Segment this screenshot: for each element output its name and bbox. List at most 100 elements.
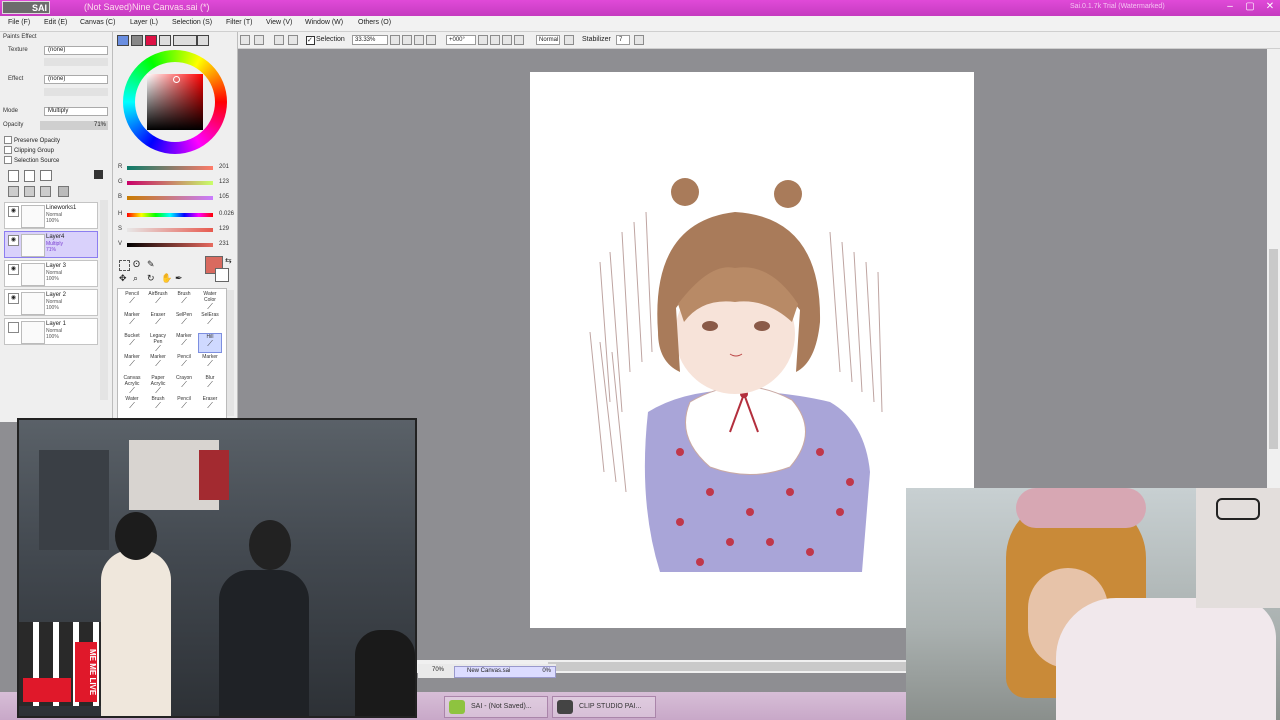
rotate-right-button[interactable] <box>490 35 500 45</box>
brush-tool[interactable]: Crayon ⟋ <box>172 375 196 395</box>
rotate-reset-button[interactable] <box>502 35 512 45</box>
layer-item[interactable]: ◉ Layer 3 Normal 100% <box>4 260 98 287</box>
b-slider[interactable] <box>127 196 213 200</box>
hand-icon[interactable]: ✋ <box>161 274 172 283</box>
brush-tool[interactable]: Legacy Pen ⟋ <box>146 333 170 353</box>
brush-tool[interactable]: Brush ⟋ <box>146 396 170 416</box>
rotate-left-button[interactable] <box>478 35 488 45</box>
menu-file[interactable]: File (F) <box>8 19 30 26</box>
eye-icon[interactable] <box>8 322 19 333</box>
color-wheel-mode-icon[interactable] <box>117 35 129 46</box>
menu-view[interactable]: View (V) <box>266 19 292 26</box>
brush-tool[interactable]: Pencil ⟋ <box>120 291 144 311</box>
eye-icon[interactable]: ◉ <box>8 264 19 275</box>
brush-tool[interactable]: Hill ⟋ <box>198 333 222 353</box>
checkbox-selection-source[interactable]: Selection Source <box>4 156 59 164</box>
trash-icon[interactable] <box>58 186 69 197</box>
brush-tool[interactable]: Blur ⟋ <box>198 375 222 395</box>
eye-icon[interactable]: ◉ <box>8 235 19 246</box>
menu-filter[interactable]: Filter (T) <box>226 19 252 26</box>
layer-item[interactable]: Layer 1 Normal 100% <box>4 318 98 345</box>
color-picker-cursor[interactable] <box>173 76 180 83</box>
brush-tool[interactable]: SelPen ⟋ <box>172 312 196 332</box>
effect-select[interactable]: (none) <box>44 75 108 84</box>
magic-wand-icon[interactable]: ✎ <box>147 260 155 269</box>
opacity-slider[interactable]: 71% <box>40 121 108 130</box>
zoom-plus-button[interactable] <box>402 35 412 45</box>
brush-tool[interactable]: Eraser ⟋ <box>198 396 222 416</box>
secondary-color-swatch[interactable] <box>215 268 229 282</box>
zoom-fit-button[interactable] <box>426 35 436 45</box>
brush-tool[interactable]: SelEras ⟋ <box>198 312 222 332</box>
eyedropper-icon[interactable]: ✒ <box>175 274 183 283</box>
canvas-button[interactable] <box>274 35 284 45</box>
s-slider[interactable] <box>127 228 213 232</box>
h-slider[interactable] <box>127 213 213 217</box>
texture-scale-slider[interactable] <box>44 58 108 66</box>
brush-tool[interactable]: Marker ⟋ <box>172 333 196 353</box>
maximize-button[interactable]: ▢ <box>1242 1 1258 13</box>
checkbox-preserve-opacity[interactable]: Preserve Opacity <box>4 136 60 144</box>
layer-item[interactable]: ◉ Layer 2 Normal 100% <box>4 289 98 316</box>
new-vector-layer-icon[interactable] <box>24 170 35 182</box>
brush-tool[interactable]: Pencil ⟋ <box>172 354 196 374</box>
zoom-minus-button[interactable] <box>390 35 400 45</box>
new-folder-icon[interactable] <box>40 170 52 181</box>
layer-item[interactable]: ◉ Lineworks1 Normal 100% <box>4 202 98 229</box>
stabilizer-dropdown[interactable] <box>634 35 644 45</box>
stabilizer-field[interactable]: 7 <box>616 35 630 45</box>
mode-button[interactable] <box>564 35 574 45</box>
menu-others[interactable]: Others (O) <box>358 19 391 26</box>
canvas-button-2[interactable] <box>288 35 298 45</box>
brush-tool[interactable]: Canvas Acrylic ⟋ <box>120 375 144 395</box>
brush-tool[interactable]: Marker ⟋ <box>120 354 144 374</box>
menu-window[interactable]: Window (W) <box>305 19 343 26</box>
brush-tool[interactable]: AirBrush ⟋ <box>146 291 170 311</box>
brush-tool[interactable]: Pencil ⟋ <box>172 396 196 416</box>
select-rect-icon[interactable] <box>119 260 130 271</box>
transfer-down-icon[interactable] <box>8 186 19 197</box>
move-icon[interactable]: ✥ <box>119 274 127 283</box>
taskbar-item-clip-studio[interactable]: CLIP STUDIO PAI... <box>552 696 656 718</box>
brush-tool[interactable]: Water ⟋ <box>120 396 144 416</box>
v-slider[interactable] <box>127 243 213 247</box>
rgb-mode-icon[interactable] <box>131 35 143 46</box>
taskbar-item-sai[interactable]: SAI - (Not Saved)... <box>444 696 548 718</box>
selection-checkbox[interactable]: ✓ <box>306 36 315 45</box>
menu-canvas[interactable]: Canvas (C) <box>80 19 115 26</box>
eye-icon[interactable]: ◉ <box>8 206 19 217</box>
merge-down-icon[interactable] <box>24 186 35 197</box>
layer-item-selected[interactable]: ◉ Layer4 Multiply 71% <box>4 231 98 258</box>
flip-horizontal-button[interactable] <box>514 35 524 45</box>
zoom-icon[interactable]: ⌕ <box>133 274 138 283</box>
layer-mask-icon[interactable] <box>94 170 103 179</box>
g-slider[interactable] <box>127 181 213 185</box>
brush-tool[interactable]: Bucket ⟋ <box>120 333 144 353</box>
palette-mode-icon[interactable] <box>159 35 171 46</box>
angle-field[interactable]: +000° <box>446 35 476 45</box>
close-button[interactable]: ✕ <box>1262 1 1278 13</box>
menu-edit[interactable]: Edit (E) <box>44 19 67 26</box>
menu-layer[interactable]: Layer (L) <box>130 19 158 26</box>
brush-tool[interactable]: Marker ⟋ <box>120 312 144 332</box>
checkbox-clipping-group[interactable]: Clipping Group <box>4 146 54 154</box>
texture-select[interactable]: (none) <box>44 46 108 55</box>
swap-colors-icon[interactable]: ⇆ <box>225 256 232 265</box>
brush-tool[interactable]: Marker ⟋ <box>146 354 170 374</box>
zoom-reset-button[interactable] <box>414 35 424 45</box>
document-tab[interactable]: New Canvas.sai 0% <box>454 666 556 678</box>
horizontal-scroll-thumb[interactable] <box>548 662 968 671</box>
mode-select[interactable]: Multiply <box>44 107 108 116</box>
scratchpad-icon[interactable] <box>173 35 197 46</box>
mode-field[interactable]: Normal <box>536 35 560 45</box>
hsv-mode-icon[interactable] <box>145 35 157 46</box>
clear-layer-icon[interactable] <box>40 186 51 197</box>
rotate-icon[interactable]: ↻ <box>147 274 155 283</box>
clear-button[interactable] <box>240 35 250 45</box>
swatch-icon[interactable] <box>197 35 209 46</box>
eye-icon[interactable]: ◉ <box>8 293 19 304</box>
effect-width-slider[interactable] <box>44 88 108 96</box>
brush-scrollbar[interactable] <box>227 290 234 416</box>
brush-tool[interactable]: Eraser ⟋ <box>146 312 170 332</box>
brush-tool[interactable]: Water Color ⟋ <box>198 291 222 311</box>
